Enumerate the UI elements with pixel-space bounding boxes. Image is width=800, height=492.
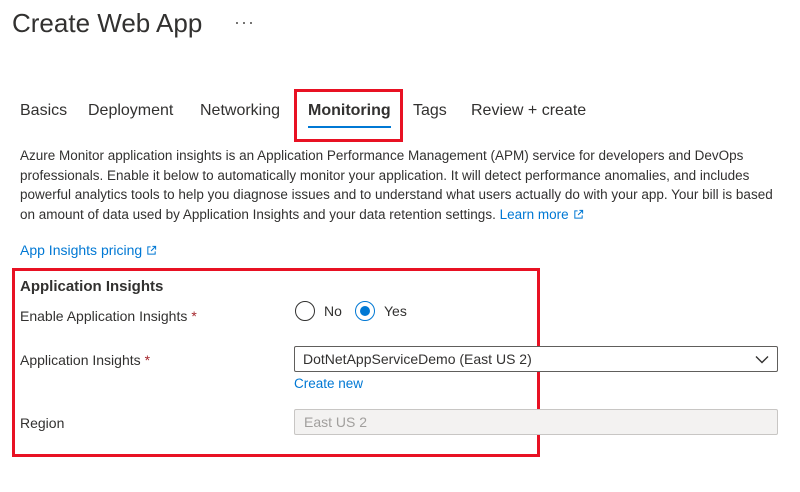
required-mark: * [191,308,197,324]
enable-insights-label: Enable Application Insights * [20,308,197,324]
tab-review-create[interactable]: Review + create [471,102,586,120]
insights-label-text: Application Insights [20,352,141,368]
radio-no[interactable] [295,301,315,321]
chevron-down-icon [755,356,769,364]
dropdown-value: DotNetAppServiceDemo (East US 2) [303,351,532,367]
region-value: East US 2 [304,414,368,430]
insights-resource-label: Application Insights * [20,352,150,368]
create-new-link[interactable]: Create new [294,376,363,391]
region-field: East US 2 [294,409,778,435]
more-options-icon[interactable]: ··· [234,12,255,33]
radio-yes-label: Yes [384,303,407,319]
enable-label-text: Enable Application Insights [20,308,188,324]
region-label: Region [20,415,65,431]
learn-more-label: Learn more [499,206,569,222]
tab-networking[interactable]: Networking [200,102,280,120]
external-link-icon [147,245,157,255]
learn-more-link[interactable]: Learn more [500,207,584,222]
monitoring-description: Azure Monitor application insights is an… [20,146,780,224]
tab-tags[interactable]: Tags [413,102,447,120]
tab-monitoring[interactable]: Monitoring [308,102,391,128]
tab-basics[interactable]: Basics [20,102,67,120]
description-text: Azure Monitor application insights is an… [20,148,773,222]
tab-deployment[interactable]: Deployment [88,102,173,120]
radio-no-label: No [324,303,342,319]
page-title: Create Web App [12,8,203,38]
insights-resource-dropdown[interactable]: DotNetAppServiceDemo (East US 2) [294,346,778,372]
app-insights-pricing-link[interactable]: App Insights pricing [20,242,157,258]
radio-yes[interactable] [355,301,375,321]
required-mark: * [144,352,151,368]
external-link-icon [573,209,583,219]
section-title: Application Insights [20,278,164,295]
pricing-link-label: App Insights pricing [20,242,143,258]
